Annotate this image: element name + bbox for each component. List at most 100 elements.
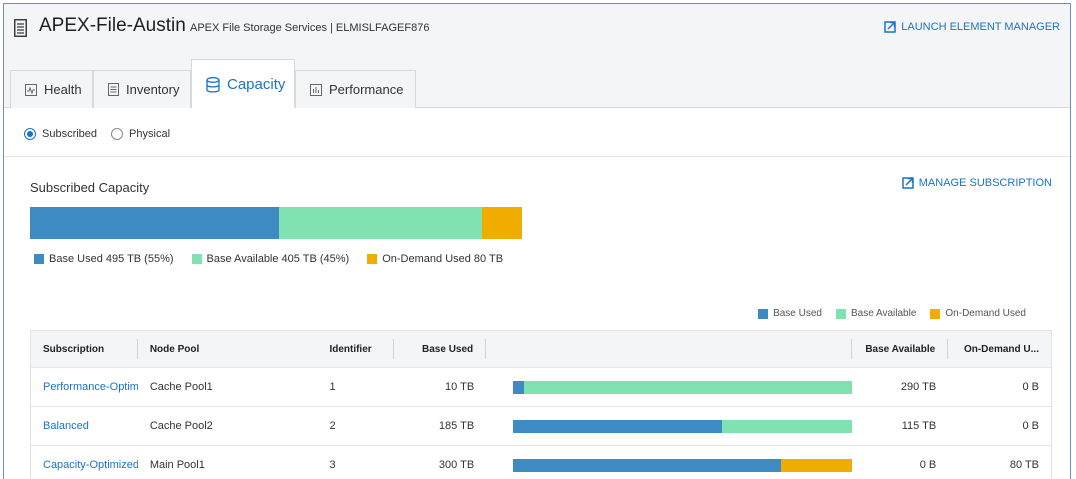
table-legend-on-demand-used: On-Demand Used [930, 308, 1026, 319]
base-available-segment [278, 207, 482, 239]
table-row: Balanced Cache Pool2 2 185 TB 115 TB 0 B [31, 407, 1051, 446]
node-pool-cell: Cache Pool1 [149, 381, 213, 393]
column-header-subscription[interactable]: Subscription [31, 339, 138, 359]
page-title: APEX-File-Austin [39, 15, 186, 36]
usage-bar-cell [486, 458, 853, 472]
tab-health-label: Health [44, 82, 82, 97]
usage-bar [513, 458, 853, 472]
subscribed-capacity-title: Subscribed Capacity [30, 180, 150, 195]
on-demand-used-cell: 80 TB [1009, 459, 1040, 471]
node-pool-cell: Main Pool1 [149, 459, 205, 471]
node-pool-cell: Cache Pool2 [149, 420, 213, 432]
tab-inventory[interactable]: Inventory [93, 70, 191, 108]
legend-item-base-available: Base Available 405 TB (45%) [191, 253, 350, 265]
storage-icon [14, 19, 27, 37]
capacity-panel: Subscribed Physical Subscribed Capacity … [4, 108, 1070, 479]
on-demand-used-cell: 0 B [1022, 381, 1040, 393]
page-subtitle: APEX File Storage Services | ELMISLFAGEF… [190, 22, 430, 34]
legend-swatch [191, 254, 202, 264]
capacity-window: APEX-File-Austin APEX File Storage Servi… [3, 3, 1071, 479]
table-legend: Base Used Base Available On-Demand Used [758, 308, 1026, 319]
legend-swatch [758, 308, 769, 319]
bar-base-used [513, 419, 723, 433]
radio-subscribed-label: Subscribed [42, 128, 98, 140]
tab-health[interactable]: Health [10, 70, 93, 108]
column-header-base-used[interactable]: Base Used [394, 339, 487, 359]
manage-subscription-label: MANAGE SUBSCRIPTION [918, 177, 1052, 189]
legend-label: Base Available 405 TB (45%) [206, 253, 350, 265]
table-header-row: Subscription Node Pool Identifier Base U… [31, 331, 1051, 368]
base-used-cell: 300 TB [438, 459, 475, 471]
subscription-link[interactable]: Performance-Optimiz [31, 381, 138, 393]
launch-label: LAUNCH ELEMENT MANAGER [901, 21, 1060, 33]
legend-swatch [835, 308, 846, 319]
external-link-icon [884, 21, 897, 33]
page-header: APEX-File-Austin APEX File Storage Servi… [4, 4, 1070, 54]
usage-bar [513, 419, 853, 433]
database-icon [206, 76, 220, 93]
on-demand-used-segment [481, 207, 522, 239]
tab-capacity[interactable]: Capacity [191, 59, 295, 109]
column-header-on-demand-used[interactable]: On-Demand U... [948, 339, 1051, 359]
identifier-cell: 3 [329, 459, 336, 471]
legend-item-on-demand-used: On-Demand Used 80 TB [367, 253, 503, 265]
column-header-identifier[interactable]: Identifier [317, 339, 395, 359]
table-row: Performance-Optimiz Cache Pool1 1 10 TB … [31, 368, 1051, 407]
legend-swatch [34, 254, 44, 264]
usage-bar [513, 380, 853, 394]
legend-label: Base Available [850, 308, 917, 319]
table-legend-base-used: Base Used [758, 308, 822, 319]
manage-subscription-link[interactable]: MANAGE SUBSCRIPTION [902, 177, 1052, 189]
tab-capacity-label: Capacity [227, 76, 286, 93]
base-available-cell: 115 TB [901, 420, 937, 432]
legend-label: Base Used [773, 308, 822, 319]
launch-element-manager-link[interactable]: LAUNCH ELEMENT MANAGER [884, 21, 1060, 33]
bar-chart-icon [310, 83, 322, 96]
tab-performance[interactable]: Performance [295, 70, 416, 108]
on-demand-used-cell: 0 B [1022, 420, 1040, 432]
subscribed-capacity-bar [30, 207, 522, 239]
base-available-cell: 290 TB [900, 381, 937, 393]
pulse-icon [25, 83, 37, 96]
subscription-link[interactable]: Balanced [31, 420, 138, 432]
base-used-cell: 10 TB [445, 381, 475, 393]
bar-base-used [513, 380, 525, 394]
base-used-segment [30, 207, 279, 239]
subscription-link[interactable]: Capacity-Optimized [31, 459, 138, 471]
table-legend-base-available: Base Available [835, 308, 917, 319]
legend-label: On-Demand Used 80 TB [382, 253, 504, 265]
usage-bar-cell [486, 419, 853, 433]
tab-inventory-label: Inventory [126, 82, 180, 97]
radio-selected-icon [24, 128, 36, 140]
bar-base-available [524, 380, 853, 394]
subscribed-legend: Base Used 495 TB (55%) Base Available 40… [34, 253, 503, 265]
legend-label: On-Demand Used [945, 308, 1026, 319]
bar-base-available [722, 419, 853, 433]
table-row: Capacity-Optimized Main Pool1 3 300 TB 0… [31, 446, 1051, 479]
base-available-cell: 0 B [919, 459, 937, 471]
column-header-node-pool[interactable]: Node Pool [138, 339, 318, 359]
legend-swatch [367, 254, 378, 264]
legend-item-base-used: Base Used 495 TB (55%) [34, 253, 174, 265]
column-header-bar [486, 339, 853, 359]
radio-subscribed[interactable]: Subscribed [24, 128, 97, 140]
radio-physical-label: Physical [129, 128, 171, 140]
identifier-cell: 1 [329, 381, 336, 393]
external-link-icon [902, 177, 914, 189]
legend-swatch [930, 308, 941, 319]
base-used-cell: 185 TB [438, 420, 475, 432]
usage-bar-cell [486, 380, 853, 394]
radio-physical[interactable]: Physical [111, 128, 170, 140]
tab-bar: Health Inventory Capacity Performance [4, 59, 1070, 109]
bar-on-demand-used [780, 458, 853, 472]
legend-label: Base Used 495 TB (55%) [49, 253, 174, 265]
identifier-cell: 2 [329, 420, 336, 432]
bar-base-used [513, 458, 781, 472]
subscription-table: Subscription Node Pool Identifier Base U… [30, 330, 1052, 479]
radio-unselected-icon [111, 128, 124, 140]
divider [4, 156, 1070, 157]
list-icon [108, 83, 119, 96]
capacity-mode-radios: Subscribed Physical [24, 128, 170, 140]
column-header-base-available[interactable]: Base Available [852, 339, 949, 359]
tab-performance-label: Performance [329, 82, 404, 97]
